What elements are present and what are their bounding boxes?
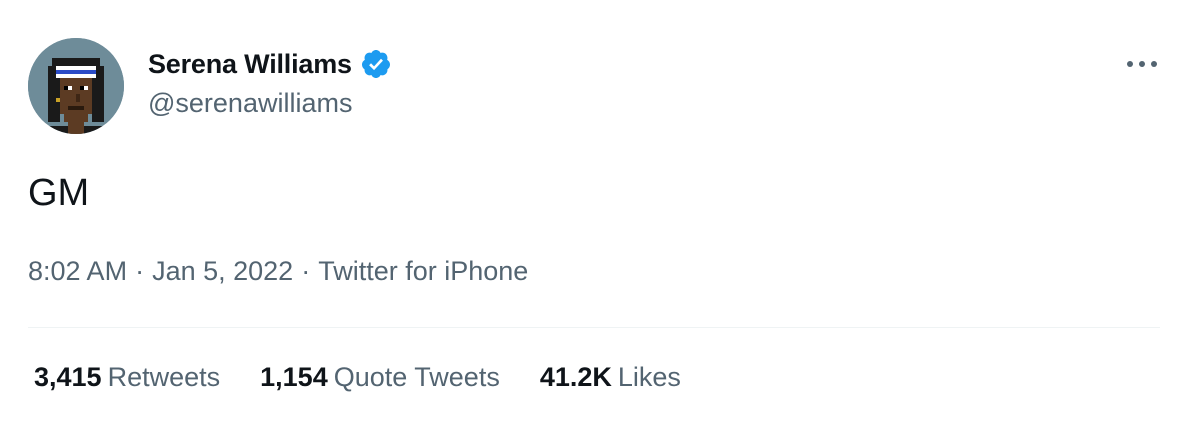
stat-label: Retweets — [107, 362, 221, 392]
stat-label: Quote Tweets — [333, 362, 500, 392]
meta-separator: · — [135, 256, 145, 286]
stat-count: 41.2K — [539, 362, 612, 392]
tweet-date[interactable]: Jan 5, 2022 — [152, 256, 293, 286]
stat-count: 3,415 — [34, 362, 102, 392]
tweet-source[interactable]: Twitter for iPhone — [318, 256, 528, 286]
more-horizontal-icon — [1127, 61, 1157, 67]
pixel-portrait-icon — [28, 38, 124, 134]
tweet-card: Serena Williams @serenawilliams GM 8:02 … — [0, 0, 1182, 422]
avatar[interactable] — [28, 38, 124, 134]
more-options-button[interactable] — [1122, 50, 1162, 78]
divider — [28, 327, 1160, 328]
tweet-text: GM — [28, 172, 90, 214]
author-name-row: Serena Williams — [148, 46, 392, 82]
stat-label: Likes — [617, 362, 681, 392]
meta-separator: · — [301, 256, 311, 286]
author-handle[interactable]: @serenawilliams — [148, 88, 352, 119]
tweet-stats: 3,415 Retweets 1,154 Quote Tweets 41.2K Lik… — [34, 362, 721, 393]
verified-badge-icon — [360, 48, 392, 80]
stat-count: 1,154 — [260, 362, 328, 392]
stat-likes[interactable]: 41.2K Likes — [540, 362, 681, 393]
tweet-time[interactable]: 8:02 AM — [28, 256, 127, 286]
stat-quote-tweets[interactable]: 1,154 Quote Tweets — [260, 362, 500, 393]
tweet-meta: 8:02 AM · Jan 5, 2022 · Twitter for iPhone — [28, 256, 528, 287]
stat-retweets[interactable]: 3,415 Retweets — [34, 362, 220, 393]
author-display-name[interactable]: Serena Williams — [148, 49, 352, 80]
